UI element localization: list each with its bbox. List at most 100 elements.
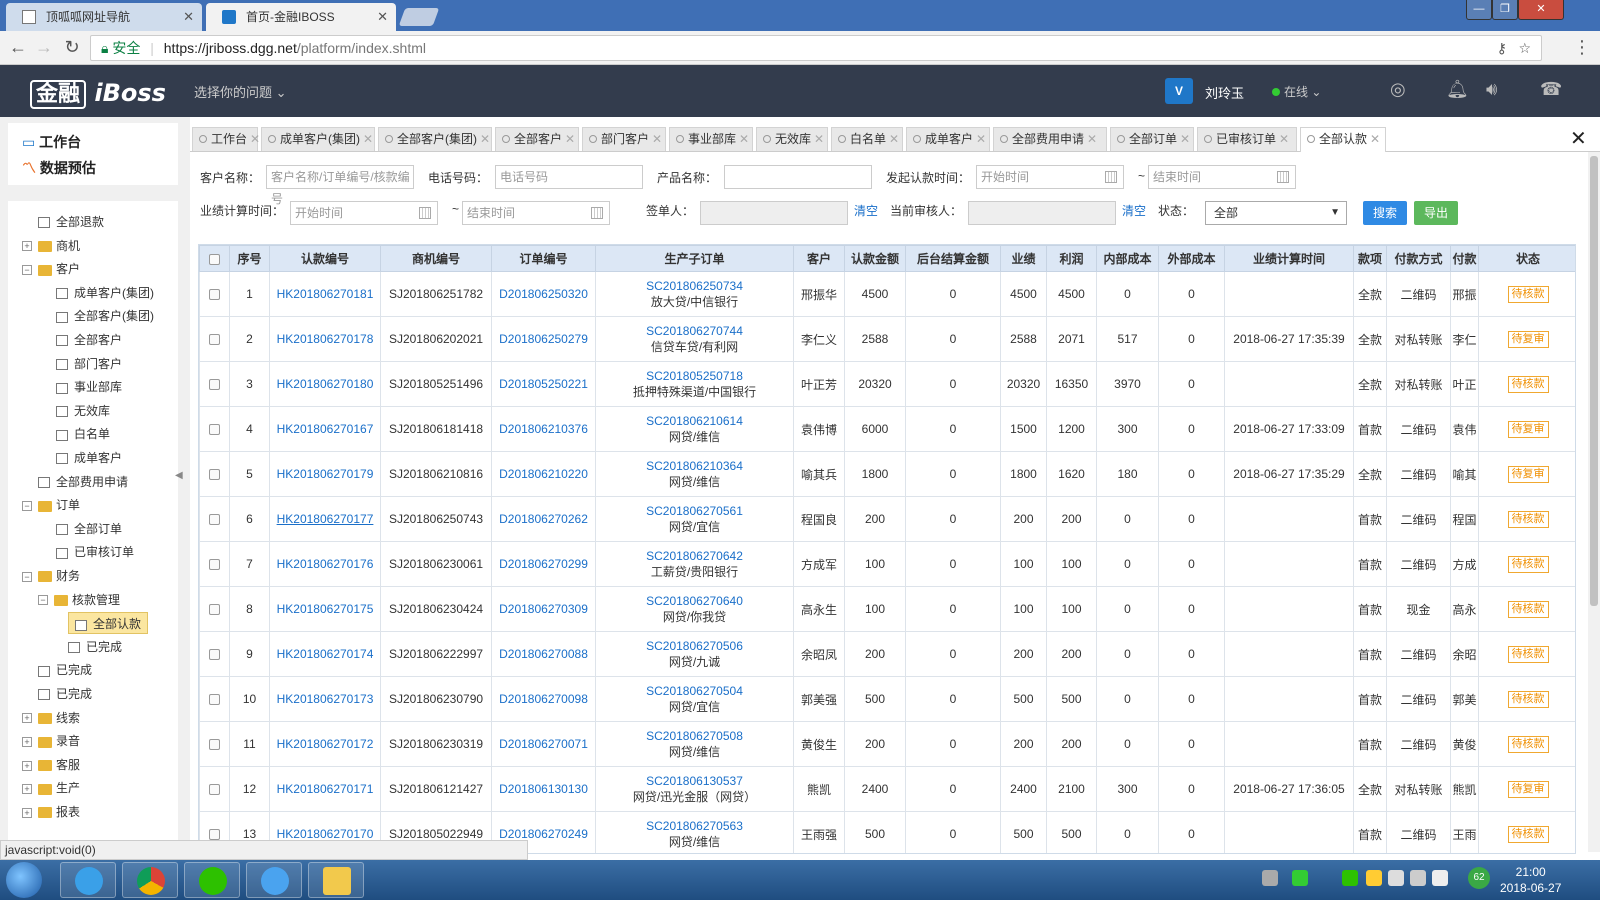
perf-end-input[interactable]: 结束时间 (462, 201, 610, 225)
cell-st[interactable]: 待核款 (1478, 496, 1575, 542)
forecast-link[interactable]: 〽 数据预估 (22, 158, 96, 178)
key-icon[interactable]: ⚷ (1497, 36, 1507, 60)
status-badge[interactable]: 待核款 (1507, 285, 1549, 303)
cell-st[interactable]: 待复审 (1478, 766, 1575, 812)
close-icon[interactable]: ✕ (814, 132, 824, 146)
app-logo[interactable]: 金融 iBoss (30, 76, 166, 109)
settings-tray-icon[interactable] (1410, 870, 1426, 886)
cell-sc[interactable]: SC201806270504 网贷/宜信 (595, 676, 794, 722)
order-id-link[interactable]: D201806210220 (499, 467, 588, 481)
user-name[interactable]: 刘玲玉 (1205, 83, 1244, 102)
new-tab-button[interactable] (398, 8, 440, 26)
close-icon[interactable]: ✕ (250, 132, 260, 146)
cell-st[interactable]: 待核款 (1478, 271, 1575, 317)
scrollbar-thumb[interactable] (1590, 156, 1598, 606)
remittance-id-link[interactable]: HK201806270172 (277, 737, 374, 751)
tree-item[interactable]: 白名单 (56, 423, 110, 445)
row-checkbox-cell[interactable] (199, 406, 230, 452)
suborder-link[interactable]: SC201806270504 (597, 684, 793, 698)
status-badge[interactable]: 待核款 (1507, 690, 1549, 708)
cell-rk[interactable]: HK201806270175 (269, 586, 381, 632)
suborder-link[interactable]: SC201806270561 (597, 504, 793, 518)
row-checkbox-cell[interactable] (199, 676, 230, 722)
cell-dd[interactable]: D201806210376 (491, 406, 596, 452)
suborder-link[interactable]: SC201806270508 (597, 729, 793, 743)
order-id-link[interactable]: D201806270249 (499, 827, 588, 841)
order-id-link[interactable]: D201806270088 (499, 647, 588, 661)
checkbox[interactable] (209, 829, 220, 841)
tree-item[interactable]: + 线索 (22, 707, 80, 729)
remittance-id-link[interactable]: HK201806270175 (277, 602, 374, 616)
calendar-icon[interactable] (1277, 171, 1289, 183)
suborder-link[interactable]: SC201806210364 (597, 459, 793, 473)
status-badge[interactable]: 待核款 (1507, 510, 1549, 528)
tree-item[interactable]: + 客服 (22, 754, 80, 776)
cell-sc[interactable]: SC201806270506 网贷/九诚 (595, 631, 794, 677)
table-row[interactable]: 5 HK201806270179 SJ201806210816 D2018062102… (199, 451, 1575, 497)
close-icon[interactable]: ✕ (889, 132, 899, 146)
collapse-icon[interactable]: − (22, 501, 32, 512)
tree-item[interactable]: − 客户 (22, 258, 80, 280)
phone-icon[interactable]: ☎ (1540, 79, 1562, 100)
minimize-button[interactable]: — (1466, 0, 1492, 20)
workbench-link[interactable]: ▭ 工作台 (22, 132, 81, 152)
calendar-icon[interactable] (419, 207, 431, 219)
signer-clear-link[interactable]: 清空 (854, 202, 878, 219)
table-row[interactable]: 4 HK201806270167 SJ201806181418 D2018062103… (199, 406, 1575, 452)
browser-tab-active[interactable]: 首页-金融IBOSS ✕ (206, 3, 396, 31)
tree-item[interactable]: 全部订单 (56, 518, 122, 540)
cell-st[interactable]: 待复审 (1478, 451, 1575, 497)
cell-sc[interactable]: SC201806270508 网贷/维信 (595, 721, 794, 767)
remittance-id-link[interactable]: HK201806270181 (277, 287, 374, 301)
remittance-id-link[interactable]: HK201806270170 (277, 827, 374, 841)
row-checkbox-cell[interactable] (199, 721, 230, 767)
checkbox[interactable] (209, 253, 220, 265)
suborder-link[interactable]: SC201806270640 (597, 594, 793, 608)
row-checkbox-cell[interactable] (199, 586, 230, 632)
status-badge[interactable]: 待核款 (1507, 735, 1549, 753)
customer-input[interactable]: 客户名称/订单编号/核款编号 (266, 165, 414, 206)
tree-item[interactable]: − 财务 (22, 565, 80, 587)
checkbox[interactable] (209, 514, 220, 526)
ie-taskbar-item[interactable] (60, 862, 116, 898)
close-icon[interactable]: ✕ (1570, 126, 1587, 151)
cell-dd[interactable]: D201806270299 (491, 541, 596, 587)
tab-9[interactable]: 全部费用申请 ✕ (993, 127, 1107, 151)
tab-5[interactable]: 事业部库 ✕ (669, 127, 753, 151)
status-badge[interactable]: 待复审 (1507, 420, 1549, 438)
order-id-link[interactable]: D201806270098 (499, 692, 588, 706)
order-id-link[interactable]: D201805250221 (499, 377, 588, 391)
checkbox[interactable] (209, 334, 220, 346)
cell-st[interactable]: 待核款 (1478, 361, 1575, 407)
tab-6[interactable]: 无效库 ✕ (756, 127, 828, 151)
tree-item[interactable]: + 商机 (22, 235, 80, 257)
row-checkbox-cell[interactable] (199, 316, 230, 362)
wechat-tray-icon[interactable] (1342, 870, 1358, 886)
tree-item[interactable]: 全部费用申请 (38, 471, 128, 493)
expand-icon[interactable]: + (22, 784, 32, 795)
calendar-icon[interactable] (591, 207, 603, 219)
table-row[interactable]: 12 HK201806270171 SJ201806121427 D201806130… (199, 766, 1575, 812)
suborder-link[interactable]: SC201805250718 (597, 369, 793, 383)
order-id-link[interactable]: D201806250320 (499, 287, 588, 301)
tree-item[interactable]: 已完成 (68, 636, 122, 658)
row-checkbox-cell[interactable] (199, 451, 230, 497)
tab-8[interactable]: 成单客户 ✕ (906, 127, 990, 151)
collapse-panel-icon[interactable]: ◀ (175, 470, 183, 481)
browser-tab[interactable]: 顶呱呱网址导航 ✕ (6, 3, 202, 31)
tree-item[interactable]: 全部客户(集团) (56, 305, 154, 327)
cell-sc[interactable]: SC201806210614 网贷/维信 (595, 406, 794, 452)
signer-input[interactable] (700, 201, 848, 225)
cell-st[interactable]: 待复审 (1478, 406, 1575, 452)
checkbox[interactable] (209, 469, 220, 481)
status-badge[interactable]: 待复审 (1507, 330, 1549, 348)
product-input[interactable] (724, 165, 872, 189)
tree-item[interactable]: − 核款管理 (38, 589, 120, 611)
close-icon[interactable]: ✕ (377, 3, 388, 31)
tree-item[interactable]: + 生产 (22, 777, 80, 799)
close-icon[interactable]: ✕ (976, 132, 986, 146)
checkbox[interactable] (209, 289, 220, 301)
wechat-taskbar-item[interactable] (184, 862, 240, 898)
suborder-link[interactable]: SC201806130537 (597, 774, 793, 788)
reviewer-input[interactable] (968, 201, 1116, 225)
